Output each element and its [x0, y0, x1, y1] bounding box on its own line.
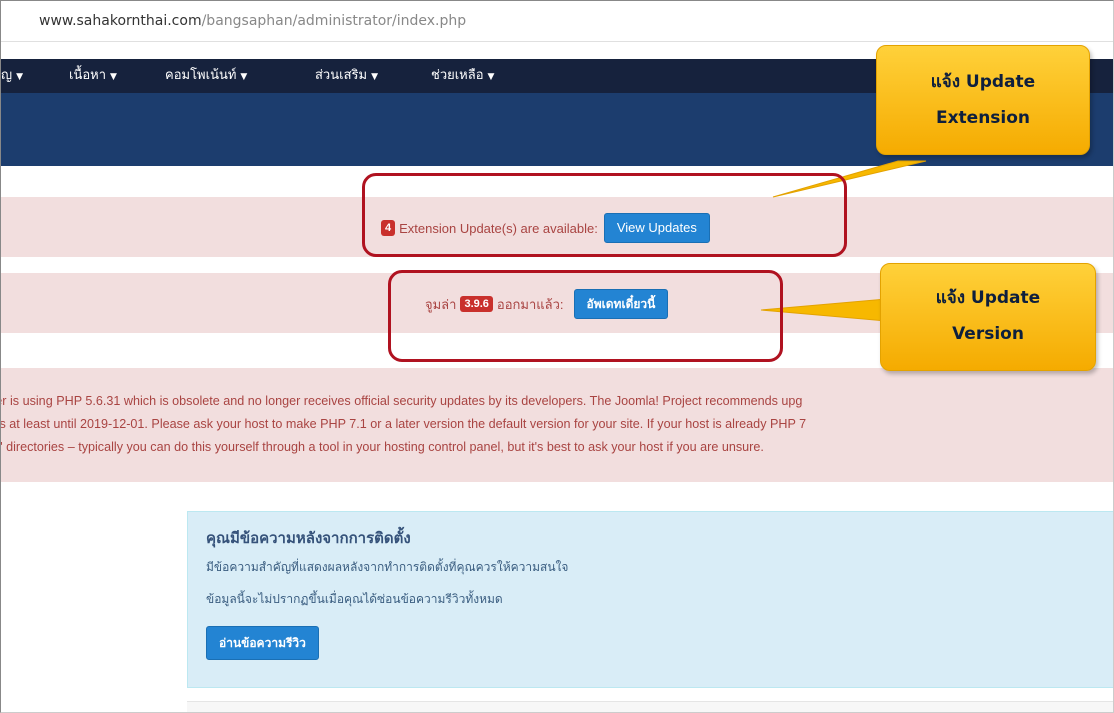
callout-line: Extension [935, 108, 1031, 128]
extension-callout: แจ้ง Update Extension [876, 45, 1090, 155]
extension-highlight-box [362, 173, 847, 257]
browser-window: www.sahakornthai.com/bangsaphan/administ… [0, 0, 1114, 713]
version-callout: แจ้ง Update Version [880, 263, 1096, 371]
callout-line: แจ้ง Update [935, 288, 1041, 308]
callout-line: แจ้ง Update [930, 72, 1036, 92]
version-highlight-box [388, 270, 783, 362]
callout-line: Version [952, 324, 1024, 344]
